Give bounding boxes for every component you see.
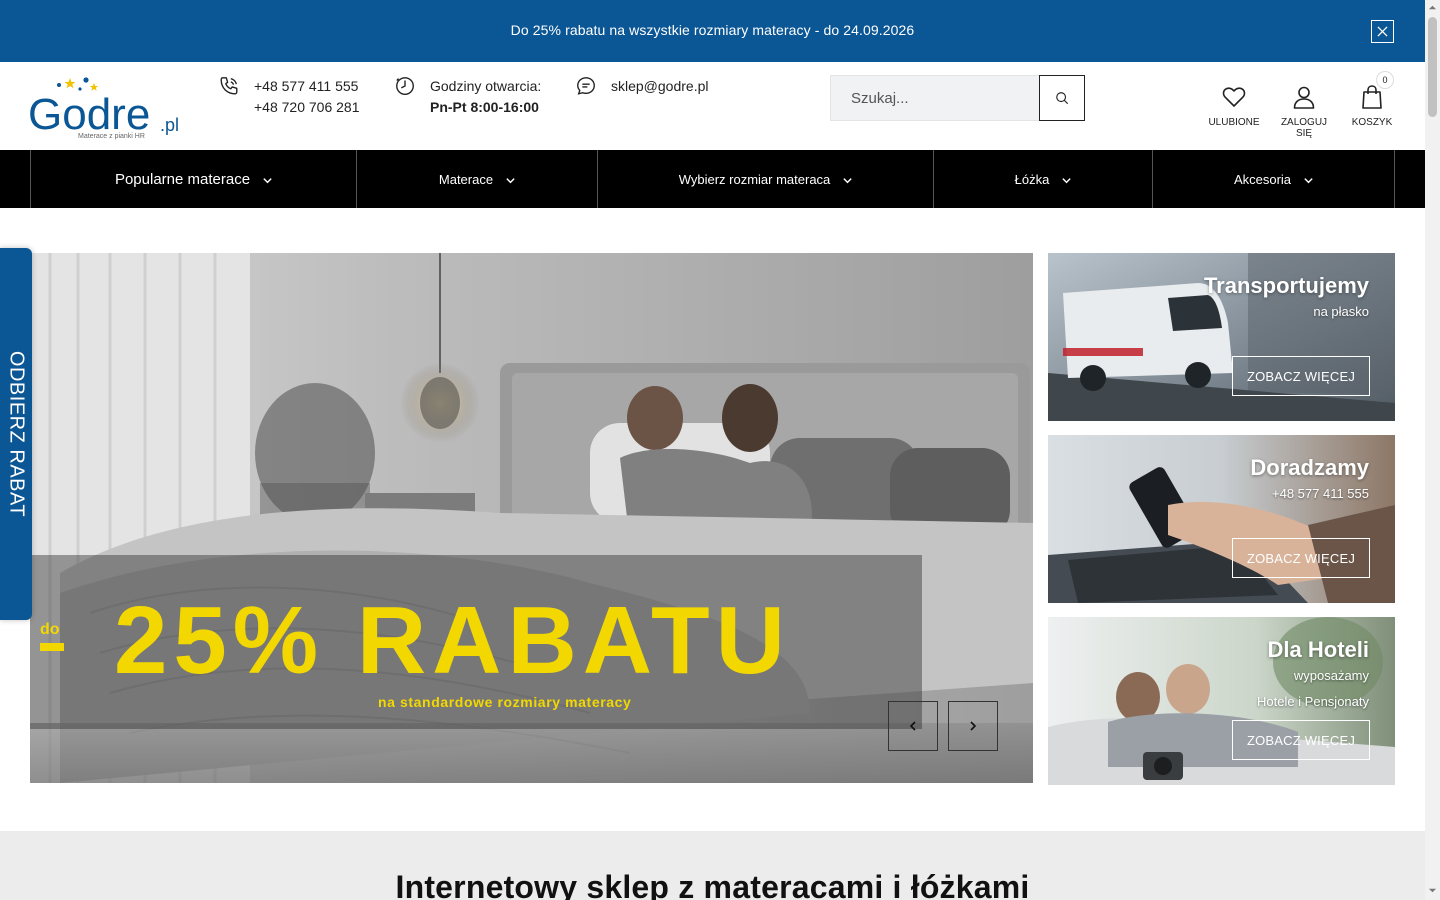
- search-input[interactable]: [830, 75, 1040, 121]
- advice-card[interactable]: Doradzamy +48 577 411 555 ZOBACZ WIĘCEJ: [1048, 435, 1395, 603]
- nav-item-beds[interactable]: Łóżka: [933, 150, 1153, 208]
- promo-close-button[interactable]: [1371, 20, 1394, 43]
- scrollbar-thumb[interactable]: [1428, 17, 1437, 117]
- intro-heading: Internetowy sklep z materacami i łóżkami: [395, 869, 1030, 900]
- site-logo[interactable]: Godre .pl Materace z pianki HR: [28, 74, 188, 140]
- nav-item-accessories[interactable]: Akcesoria: [1152, 150, 1395, 208]
- hours-label: Godziny otwarcia:: [430, 78, 542, 94]
- cart-button[interactable]: KOSZYK 0: [1350, 71, 1394, 128]
- see-more-button[interactable]: ZOBACZ WIĘCEJ: [1232, 356, 1370, 396]
- discount-side-tab[interactable]: ODBIERZ RABAT: [0, 248, 32, 620]
- card-title: Dla Hoteli: [1267, 637, 1369, 662]
- main-nav: Popularne materace Materace Wybierz rozm…: [0, 150, 1425, 208]
- phone-icon: [220, 77, 238, 95]
- chevron-down-icon: [263, 178, 272, 184]
- hero-prefix: do: [40, 621, 60, 638]
- card-title: Doradzamy: [1250, 455, 1369, 480]
- hero-prev-button[interactable]: [888, 701, 938, 751]
- chat-icon: [577, 77, 595, 95]
- logo-tagline: Materace z pianki HR: [78, 133, 145, 140]
- wishlist-label: ULUBIONE: [1208, 117, 1260, 128]
- search-icon: [1056, 92, 1069, 105]
- hotels-card[interactable]: Dla Hoteli wyposażamy Hotele i Pensjonat…: [1048, 617, 1395, 785]
- chevron-left-icon: [909, 721, 916, 731]
- see-more-button[interactable]: ZOBACZ WIĘCEJ: [1232, 538, 1370, 578]
- email-contact: sklep@godre.pl: [575, 76, 709, 97]
- chevron-right-icon: [970, 721, 977, 731]
- nav-label: Wybierz rozmiar materaca: [678, 171, 831, 187]
- card-title: Transportujemy: [1203, 273, 1369, 298]
- cart-count-badge: 0: [1376, 71, 1394, 89]
- logo-text: Godre: [28, 90, 150, 139]
- nav-item-mattresses[interactable]: Materace: [356, 150, 598, 208]
- hero-subline: na standardowe rozmiary materacy: [378, 694, 632, 710]
- hero-dash: [40, 643, 64, 651]
- intro-section: Internetowy sklep z materacami i łóżkami: [0, 831, 1425, 900]
- promo-text: Do 25% rabatu na wszystkie rozmiary mate…: [510, 22, 915, 38]
- phone-number-1[interactable]: +48 577 411 555: [254, 76, 360, 97]
- logo-graphic: Godre .pl Materace z pianki HR: [28, 77, 179, 140]
- heart-icon: [1222, 87, 1246, 107]
- scroll-up-icon[interactable]: [1428, 3, 1437, 12]
- hero-slider[interactable]: do 25% RABATU na standardowe rozmiary ma…: [30, 253, 1033, 783]
- nav-divider: [1394, 150, 1395, 208]
- card-subtitle: wyposażamy: [1293, 668, 1369, 683]
- hero-headline: 25% RABATU: [114, 587, 791, 694]
- chevron-down-icon: [1304, 178, 1313, 184]
- phone-contact: +48 577 411 555 +48 720 706 281: [218, 76, 360, 118]
- discount-tab-label: ODBIERZ RABAT: [5, 350, 28, 518]
- phone-number-2[interactable]: +48 720 706 281: [254, 97, 360, 118]
- login-button[interactable]: ZALOGUJ SIĘ: [1273, 84, 1335, 139]
- nav-item-popular-mattresses[interactable]: Popularne materace: [30, 150, 357, 208]
- site-header: Godre .pl Materace z pianki HR +48 577 4…: [0, 62, 1425, 150]
- user-icon: [1293, 86, 1315, 109]
- email-link[interactable]: sklep@godre.pl: [611, 76, 709, 97]
- see-more-button[interactable]: ZOBACZ WIĘCEJ: [1232, 720, 1370, 760]
- scroll-down-icon[interactable]: [1428, 886, 1437, 895]
- wishlist-button[interactable]: ULUBIONE: [1207, 84, 1261, 128]
- page-scrollbar[interactable]: [1425, 0, 1440, 900]
- promo-bar: Do 25% rabatu na wszystkie rozmiary mate…: [0, 0, 1425, 62]
- logo-suffix: .pl: [160, 115, 179, 135]
- nav-label: Popularne materace: [114, 170, 251, 188]
- search-bar: [830, 75, 1085, 121]
- nav-label: Akcesoria: [1233, 171, 1292, 187]
- chevron-down-icon: [843, 178, 852, 184]
- hours-value: Pn-Pt 8:00-16:00: [430, 99, 539, 115]
- clock-icon: [396, 77, 414, 95]
- nav-label: Materace: [438, 171, 494, 187]
- page: Do 25% rabatu na wszystkie rozmiary mate…: [0, 0, 1440, 900]
- hero-next-button[interactable]: [948, 701, 998, 751]
- chevron-down-icon: [1062, 178, 1072, 184]
- transport-card[interactable]: Transportujemy na płasko ZOBACZ WIĘCEJ: [1048, 253, 1395, 421]
- close-icon: [1377, 26, 1388, 37]
- opening-hours: Godziny otwarcia: Pn-Pt 8:00-16:00: [394, 76, 541, 118]
- nav-label: Łóżka: [1014, 171, 1050, 187]
- search-button[interactable]: [1039, 75, 1085, 121]
- login-label: ZALOGUJ SIĘ: [1280, 117, 1328, 139]
- cart-label: KOSZYK: [1351, 117, 1393, 128]
- card-subtitle: +48 577 411 555: [1272, 486, 1369, 501]
- chevron-down-icon: [506, 178, 515, 184]
- card-subtitle: Hotele i Pensjonaty: [1256, 694, 1369, 709]
- nav-item-mattress-size[interactable]: Wybierz rozmiar materaca: [597, 150, 934, 208]
- card-subtitle: na płasko: [1313, 304, 1369, 319]
